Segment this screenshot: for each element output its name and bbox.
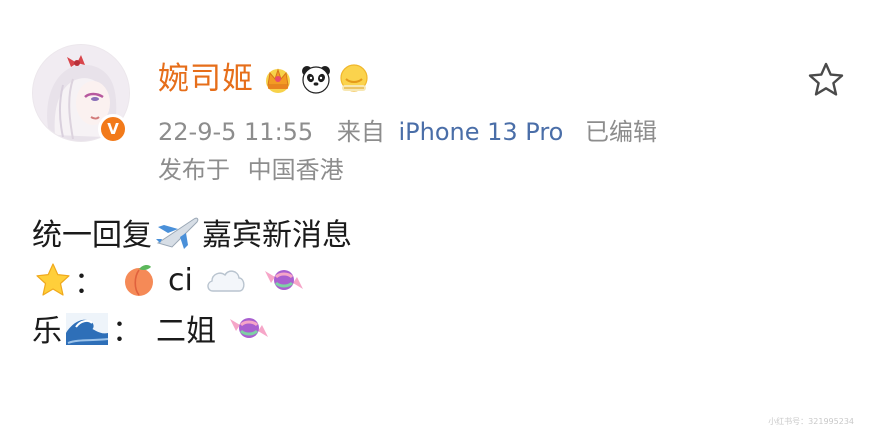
candy-icon <box>264 270 303 290</box>
verified-mark: V <box>107 120 119 138</box>
weibo-post: V 婉司姬 22-9-5 11:55 来自 iPhone 13 Pro 已编辑 … <box>0 0 878 439</box>
device-link[interactable]: iPhone 13 Pro <box>398 118 563 146</box>
peach-icon <box>125 264 153 296</box>
sun-badge-icon[interactable] <box>338 63 370 95</box>
username[interactable]: 婉司姬 <box>158 54 254 104</box>
content-text: 乐 <box>32 314 62 349</box>
content-text: 二姐 <box>156 314 216 349</box>
panda-badge-icon[interactable] <box>300 63 332 95</box>
source-prefix: 来自 <box>336 118 385 146</box>
content-separator: ： <box>74 266 104 301</box>
content-line-2: ： ci <box>32 256 352 304</box>
verified-badge: V <box>98 114 128 144</box>
content-line-1: 统一回复 嘉宾新消息 <box>32 208 352 256</box>
post-location-line: 发布于 中国香港 <box>158 150 344 185</box>
star-icon <box>36 263 70 296</box>
content-text: 嘉宾新消息 <box>202 218 352 253</box>
content-text: ci <box>168 262 193 298</box>
cloud-icon <box>207 270 245 292</box>
post-timestamp: 22-9-5 11:55 <box>158 118 314 146</box>
post-meta: 22-9-5 11:55 来自 iPhone 13 Pro 已编辑 <box>158 112 657 147</box>
post-location: 中国香港 <box>247 156 344 184</box>
content-text: 统一回复 <box>32 218 152 253</box>
user-badges <box>262 63 376 95</box>
content-line-3: 乐 ： 二姐 <box>32 304 352 352</box>
wave-icon <box>66 313 109 345</box>
published-label: 发布于 <box>158 156 230 184</box>
airplane-icon <box>156 217 199 249</box>
star-outline-icon[interactable] <box>806 60 846 100</box>
candy-icon <box>230 318 268 338</box>
post-header: 婉司姬 <box>158 54 376 104</box>
crown-badge-icon[interactable] <box>262 63 294 95</box>
edited-label[interactable]: 已编辑 <box>585 118 657 146</box>
author-avatar-block[interactable]: V <box>32 44 130 144</box>
post-content: 统一回复 嘉宾新消息 ： ci 乐 ： 二姐 <box>32 208 352 352</box>
content-separator: ： <box>112 314 142 349</box>
watermark: 小红书号：321995234 <box>768 417 854 426</box>
